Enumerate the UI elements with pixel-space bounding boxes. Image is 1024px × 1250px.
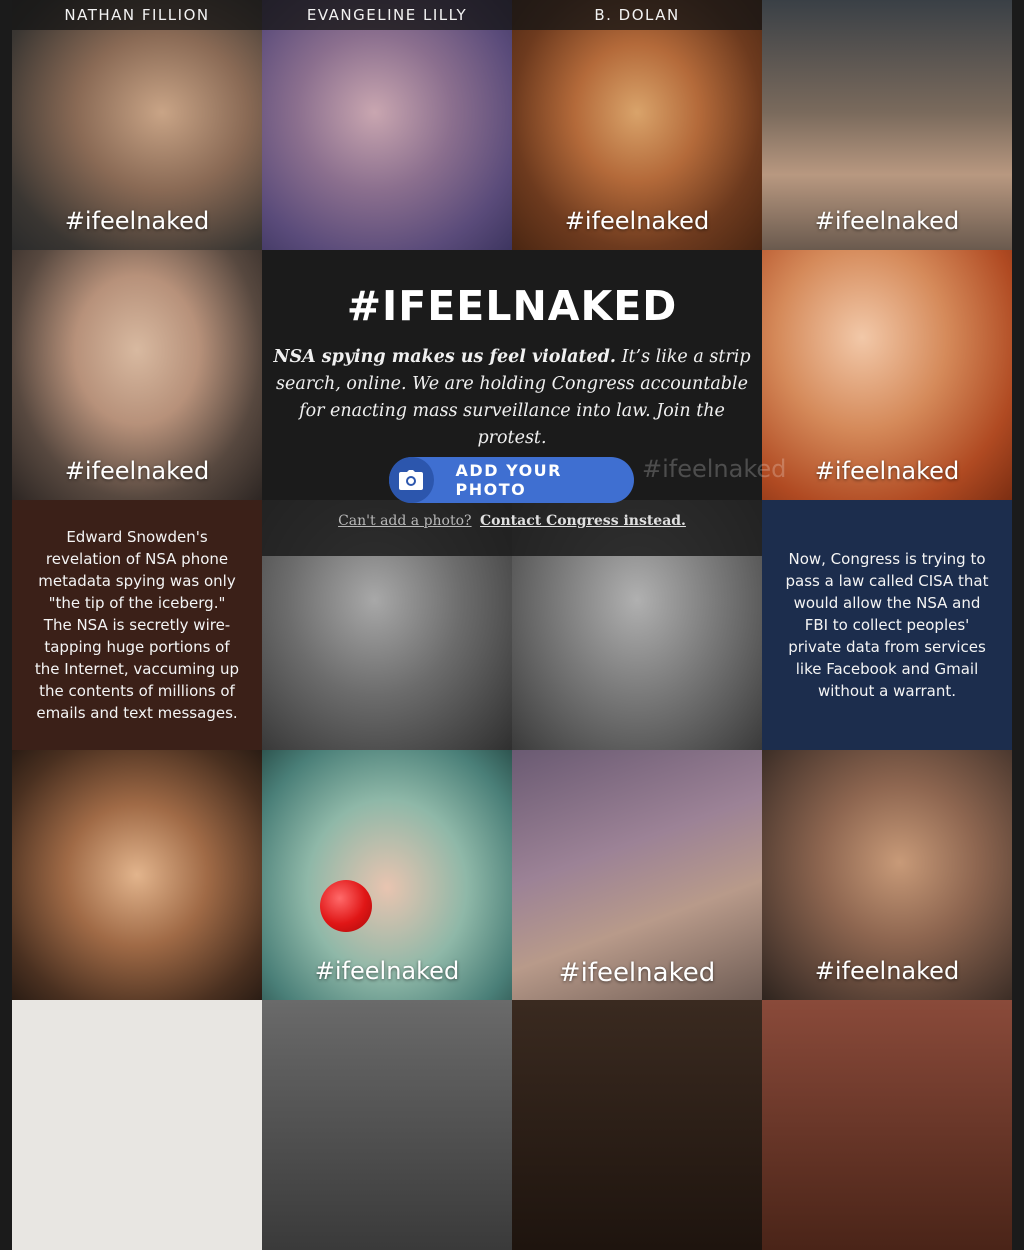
camera-icon xyxy=(389,457,434,503)
photo-tile[interactable] xyxy=(262,1000,512,1250)
contact-congress-line: Can't add a photo? Contact Congress inst… xyxy=(262,513,762,529)
hashtag-label: #ifeelnaked xyxy=(642,455,787,483)
hashtag-label: #ifeelnaked xyxy=(314,957,460,985)
hero-description-lead: NSA spying makes us feel violated. xyxy=(273,347,617,367)
photo-tile[interactable] xyxy=(512,1000,762,1250)
photo xyxy=(262,1000,512,1250)
hashtag-label: #ifeelnaked xyxy=(564,207,710,235)
photo-tile[interactable] xyxy=(762,1000,1012,1250)
add-photo-button-label: ADD YOUR PHOTO xyxy=(455,461,562,499)
hashtag-label: #ifeelnaked xyxy=(64,457,210,485)
celebrity-name: EVANGELINE LILLY xyxy=(262,0,512,30)
contact-prefix: Can't add a photo? xyxy=(338,513,472,529)
photo xyxy=(12,750,262,1000)
add-photo-button[interactable]: ADD YOUR PHOTO xyxy=(389,457,634,503)
hashtag-label: #ifeelnaked xyxy=(814,957,960,985)
photo-tile[interactable] xyxy=(12,750,262,1000)
celebrity-name: B. DOLAN xyxy=(512,0,762,30)
contact-congress-link[interactable]: Contact Congress instead. xyxy=(480,513,686,529)
hashtag-label: #ifeelnaked xyxy=(64,207,210,235)
photo-tile-b-dolan[interactable]: B. DOLAN #ifeelnaked xyxy=(512,0,762,250)
hashtag-label: #ifeelnaked xyxy=(814,457,960,485)
page-title: #IFEELNAKED xyxy=(346,282,678,330)
photo xyxy=(762,1000,1012,1250)
info-panel-cisa: Now, Congress is trying to pass a law ca… xyxy=(762,500,1012,750)
photo xyxy=(512,1000,762,1250)
photo-tile[interactable]: #ifeelnaked xyxy=(512,750,762,1000)
photo-tile-nathan-fillion[interactable]: NATHAN FILLION #ifeelnaked xyxy=(12,0,262,250)
photo xyxy=(12,1000,262,1250)
hero-description: NSA spying makes us feel violated. It’s … xyxy=(262,344,762,452)
info-text: Edward Snowden's revelation of NSA phone… xyxy=(34,528,240,722)
photo-tile[interactable]: #ifeelnaked xyxy=(262,750,512,1000)
hashtag-label: #ifeelnaked xyxy=(558,958,716,988)
info-panel-snowden: Edward Snowden's revelation of NSA phone… xyxy=(12,500,262,750)
photo-tile[interactable]: #ifeelnaked xyxy=(762,750,1012,1000)
photo xyxy=(262,0,512,250)
photo-tile[interactable] xyxy=(12,1000,262,1250)
clown-nose xyxy=(320,880,372,932)
photo-tile[interactable]: #ifeelnaked xyxy=(762,0,1012,250)
hashtag-label: #ifeelnaked xyxy=(814,207,960,235)
photo-tile-evangeline-lilly[interactable]: EVANGELINE LILLY xyxy=(262,0,512,250)
info-text: Now, Congress is trying to pass a law ca… xyxy=(785,550,989,700)
celebrity-name: NATHAN FILLION xyxy=(12,0,262,30)
